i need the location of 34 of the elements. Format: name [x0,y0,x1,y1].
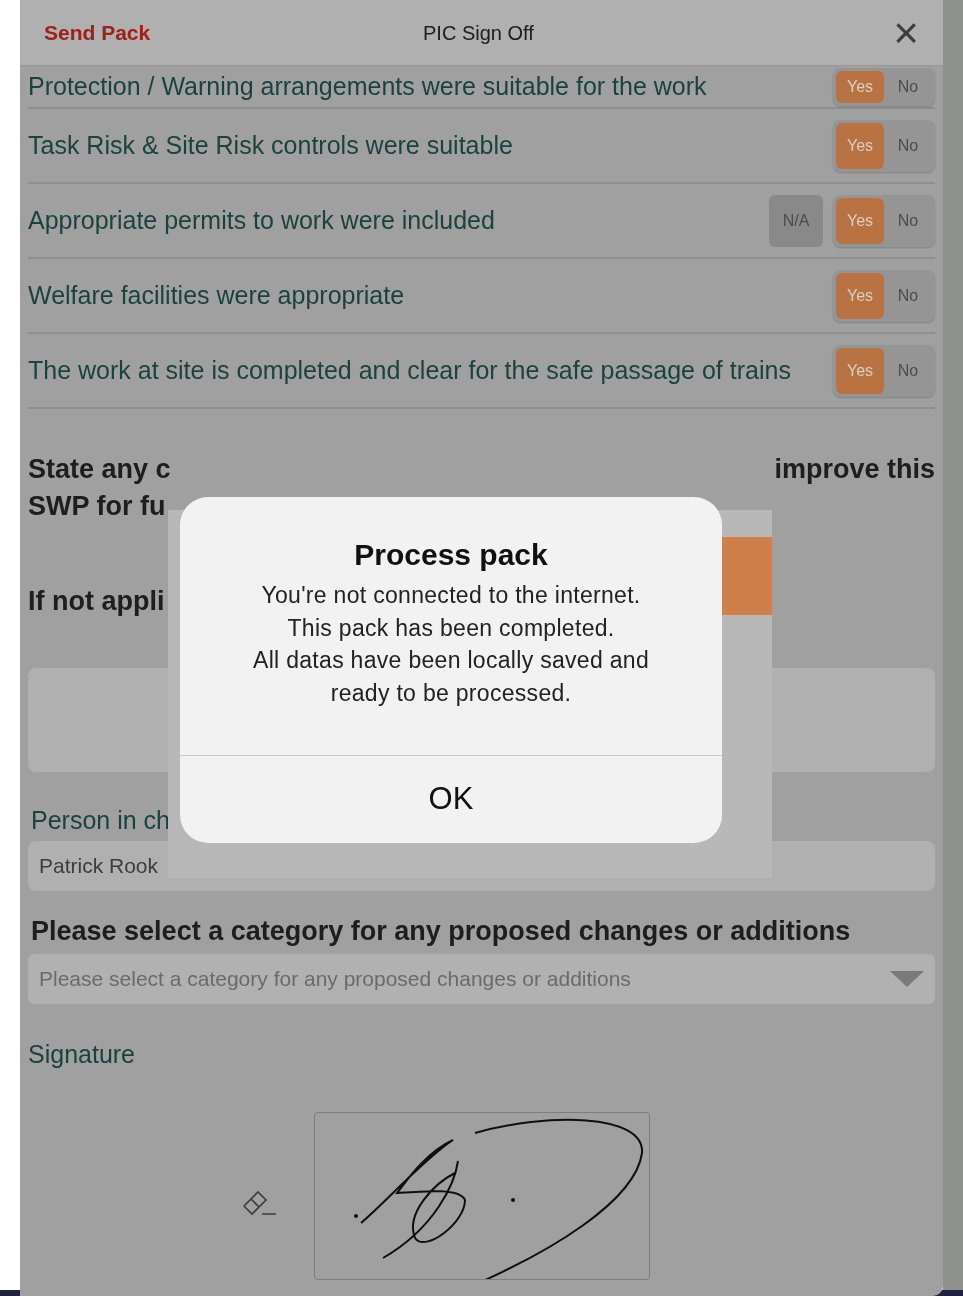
field-label: Person in ch [31,805,171,836]
question-label: Appropriate permits to work were included [28,204,495,236]
dropdown-arrow-icon [890,970,924,988]
field-label: Signature [28,1039,137,1070]
toggle-option[interactable]: No [884,122,932,169]
field-value: Patrick Rook [39,853,159,880]
na-button[interactable]: N/A [769,194,823,247]
section-heading: SWP for fu [28,490,167,523]
question-label: Welfare facilities were appropriate [28,279,405,311]
question-label: Protection / Warning arrangements were suitable for the work [28,70,707,102]
section-heading: Please select a category for any proposed changes or additions [31,915,852,948]
toggle-option[interactable]: No [884,347,932,394]
signature-pad[interactable] [314,1112,650,1280]
window-title: PIC Sign Off [423,20,534,46]
close-button[interactable]: × [893,10,919,55]
toggle-option[interactable]: Yes [836,347,884,394]
section-heading: If not appli [28,585,165,618]
toggle-option[interactable]: Yes [836,122,884,169]
placeholder-text: Please select a category for any proposed changes or additions [39,966,631,993]
section-heading: State any c [28,453,171,486]
question-label: The work at site is completed and clear for the safe passage of trains [28,354,791,386]
toggle-option[interactable]: No [884,197,932,244]
toggle-option[interactable]: No [884,70,932,103]
ok-button[interactable]: OK [180,755,722,843]
toggle-option[interactable]: Yes [836,70,884,103]
category-dropdown[interactable]: Please select a category for any proposed changes or additions [28,954,935,1004]
toggle-option[interactable]: Yes [836,272,884,319]
toggle-option[interactable]: No [884,272,932,319]
toggle-option[interactable]: Yes [836,197,884,244]
question-label: Task Risk & Site Risk controls were suitable [28,129,513,161]
send-pack-button[interactable]: Send Pack [44,16,151,49]
dialog-title: Process pack [353,537,549,573]
section-heading: improve this [774,453,935,486]
dialog-message: You're not connected to the internet. This pack has been completed. All datas have been locally saved and ready to be processed. [252,581,650,708]
